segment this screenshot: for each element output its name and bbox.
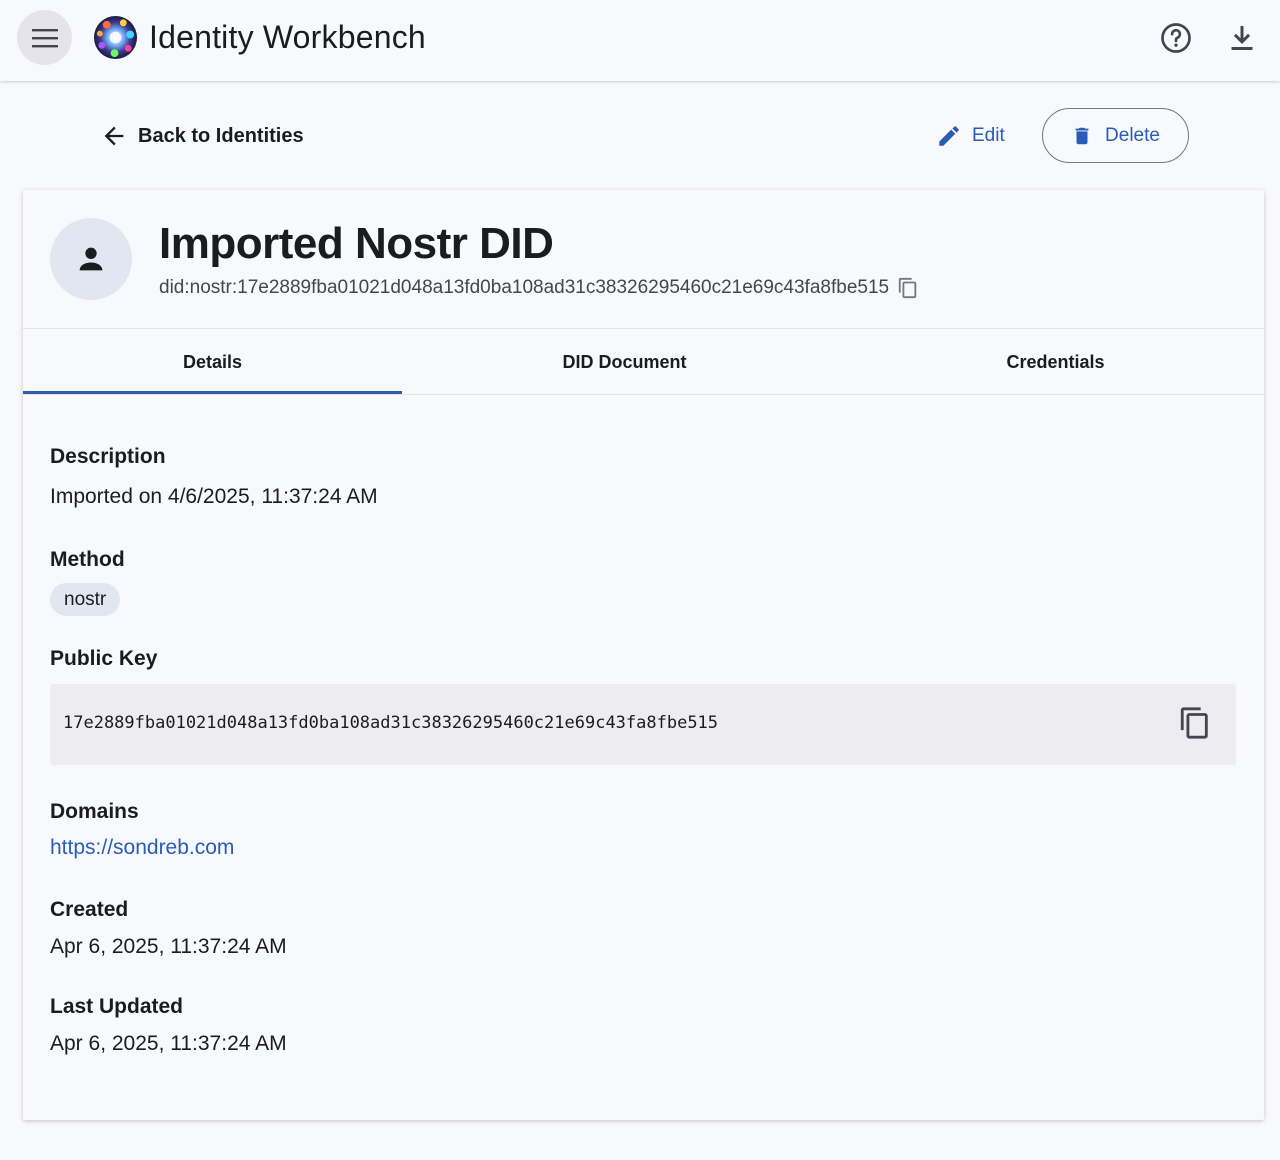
- created-value: Apr 6, 2025, 11:37:24 AM: [50, 935, 287, 958]
- download-icon: [1231, 26, 1253, 50]
- back-to-identities-button[interactable]: Back to Identities: [100, 118, 304, 154]
- edit-button[interactable]: Edit: [936, 118, 1005, 154]
- app-title: Identity Workbench: [149, 19, 426, 55]
- copy-icon: [1180, 707, 1208, 739]
- created-label: Created: [50, 898, 129, 921]
- description-label: Description: [50, 445, 166, 468]
- tab-did-document[interactable]: DID Document: [402, 329, 847, 395]
- menu-button[interactable]: [17, 10, 72, 65]
- tab-credentials[interactable]: Credentials: [847, 329, 1264, 395]
- domain-link[interactable]: https://sondreb.com: [50, 836, 234, 860]
- edit-label: Edit: [972, 125, 1005, 146]
- person-icon: [79, 247, 103, 271]
- copy-public-key-button[interactable]: [1178, 706, 1214, 742]
- domains-label: Domains: [50, 800, 139, 823]
- menu-icon: [31, 28, 58, 47]
- back-label: Back to Identities: [138, 124, 304, 147]
- description-value: Imported on 4/6/2025, 11:37:24 AM: [50, 485, 378, 508]
- public-key-label: Public Key: [50, 647, 158, 670]
- help-button[interactable]: [1158, 20, 1194, 56]
- app-bar: Identity Workbench: [0, 0, 1280, 81]
- identity-did: did:nostr:17e2889fba01021d048a13fd0ba108…: [159, 277, 919, 299]
- last-updated-value: Apr 6, 2025, 11:37:24 AM: [50, 1032, 287, 1055]
- active-tab-indicator: [23, 391, 402, 394]
- method-chip: nostr: [50, 583, 121, 616]
- tab-details[interactable]: Details: [23, 329, 402, 395]
- app-logo: [93, 15, 138, 60]
- arrow-left-icon: [104, 126, 124, 146]
- avatar: [50, 218, 132, 300]
- trash-icon: [1075, 127, 1089, 144]
- help-circle-icon: [1161, 23, 1191, 53]
- tab-bar: Details DID Document Credentials: [23, 329, 1264, 395]
- delete-label: Delete: [1105, 124, 1160, 146]
- pencil-icon: [939, 126, 959, 146]
- download-button[interactable]: [1224, 20, 1260, 56]
- copy-icon[interactable]: [897, 277, 919, 299]
- method-label: Method: [50, 548, 125, 571]
- public-key-box: 17e2889fba01021d048a13fd0ba108ad31c38326…: [50, 684, 1236, 765]
- identity-card: Imported Nostr DID did:nostr:17e2889fba0…: [23, 190, 1264, 1120]
- last-updated-label: Last Updated: [50, 995, 184, 1018]
- did-text: did:nostr:17e2889fba01021d048a13fd0ba108…: [159, 277, 890, 298]
- public-key-value: 17e2889fba01021d048a13fd0ba108ad31c38326…: [63, 713, 719, 733]
- delete-button[interactable]: Delete: [1042, 108, 1189, 163]
- page-title: Imported Nostr DID: [159, 219, 554, 268]
